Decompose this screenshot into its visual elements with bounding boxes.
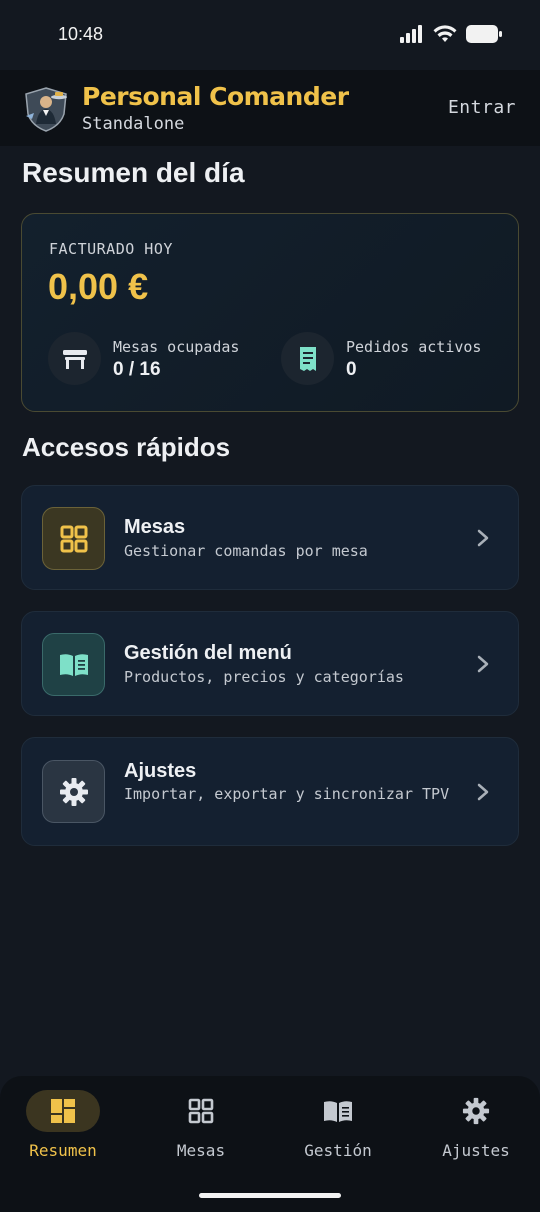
wifi-icon — [433, 25, 457, 42]
nav-item-gestion[interactable]: Gestión — [278, 1090, 398, 1170]
gear-icon — [42, 760, 105, 823]
quick-access-subtitle: Importar, exportar y sincronizar TPV — [124, 785, 450, 803]
status-icons — [400, 25, 502, 43]
tables-stat: Mesas ocupadas 0 / 16 — [48, 332, 268, 386]
bottom-nav: Resumen Mesas Gestión Ajustes — [0, 1076, 540, 1212]
status-time: 10:48 — [58, 24, 104, 44]
app-header: Personal Comander Standalone Entrar — [0, 70, 540, 146]
orders-value: 0 — [346, 359, 357, 380]
app-subtitle: Standalone — [82, 114, 185, 134]
quick-access-menu[interactable]: Gestión del menú Productos, precios y ca… — [21, 611, 519, 716]
dashboard-icon — [26, 1090, 100, 1132]
quick-access-settings[interactable]: Ajustes Importar, exportar y sincronizar… — [21, 737, 519, 846]
billed-amount: 0,00 € — [48, 266, 149, 307]
orders-stat: Pedidos activos 0 — [281, 332, 501, 386]
quick-access-subtitle: Gestionar comandas por mesa — [124, 542, 368, 560]
chevron-right-icon — [477, 529, 489, 547]
grid-icon — [42, 507, 105, 570]
nav-label: Resumen — [29, 1141, 97, 1160]
nav-label: Mesas — [176, 1141, 226, 1160]
menu-book-icon — [42, 633, 105, 696]
table-icon — [48, 332, 101, 385]
nav-label: Gestión — [304, 1141, 372, 1160]
quick-access-title: Mesas — [124, 516, 186, 538]
tables-label: Mesas ocupadas — [113, 338, 240, 356]
summary-section-title: Resumen del día — [22, 157, 245, 188]
quick-access-subtitle: Productos, precios y categorías — [124, 668, 404, 686]
home-indicator[interactable] — [199, 1193, 341, 1198]
nav-item-ajustes[interactable]: Ajustes — [416, 1090, 536, 1170]
summary-card: FACTURADO HOY 0,00 € Mesas ocupadas 0 / … — [21, 213, 519, 412]
nav-item-mesas[interactable]: Mesas — [141, 1090, 261, 1170]
status-bar: 10:48 — [0, 0, 540, 70]
login-button[interactable]: Entrar — [448, 97, 516, 118]
app-title: Personal Comander — [82, 82, 349, 111]
billed-label: FACTURADO HOY — [49, 240, 173, 258]
quick-access-tables[interactable]: Mesas Gestionar comandas por mesa — [21, 485, 519, 590]
menu-book-icon — [301, 1090, 375, 1132]
waiter-logo-icon — [25, 87, 67, 132]
nav-label: Ajustes — [442, 1141, 510, 1160]
orders-label: Pedidos activos — [346, 338, 482, 356]
chevron-right-icon — [477, 783, 489, 801]
gear-icon — [439, 1090, 513, 1132]
quick-access-title: Ajustes — [124, 760, 197, 782]
grid-icon — [164, 1090, 238, 1132]
quick-access-title: Gestión del menú — [124, 642, 292, 664]
nav-item-resumen[interactable]: Resumen — [3, 1090, 123, 1170]
quick-access-section-title: Accesos rápidos — [22, 432, 231, 462]
tables-value: 0 / 16 — [113, 359, 161, 380]
battery-icon — [466, 25, 502, 43]
receipt-icon — [281, 332, 334, 385]
signal-icon — [400, 25, 422, 43]
chevron-right-icon — [477, 655, 489, 673]
